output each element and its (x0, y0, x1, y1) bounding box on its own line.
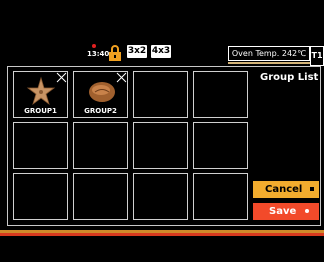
panel-title: Group List (260, 72, 319, 83)
group-slot-2[interactable]: GROUP2 (73, 71, 128, 118)
lock-icon[interactable] (108, 45, 122, 61)
tray-indicator[interactable]: T1 (310, 46, 324, 66)
group-slot-5[interactable] (13, 122, 68, 169)
clock: 13:40 (87, 50, 110, 58)
group-slot-1[interactable]: GROUP1 (13, 71, 68, 118)
group-label: GROUP2 (84, 107, 117, 115)
group-slot-11[interactable] (133, 173, 188, 220)
save-label: Save (269, 206, 297, 217)
oven-temp-display: Oven Temp. 242℃ (228, 46, 310, 61)
group-slot-6[interactable] (73, 122, 128, 169)
oven-temp-underline (228, 62, 310, 64)
square-icon (309, 187, 314, 191)
cancel-label: Cancel (265, 184, 303, 195)
recording-dot-icon (92, 44, 96, 48)
starfish-cookie-icon (26, 76, 56, 106)
cancel-button[interactable]: Cancel (253, 181, 319, 198)
group-label: GROUP1 (24, 107, 57, 115)
remove-group-icon[interactable] (56, 72, 67, 83)
layout-4x3-button[interactable]: 4x3 (151, 45, 171, 58)
group-slot-9[interactable] (13, 173, 68, 220)
group-slot-7[interactable] (133, 122, 188, 169)
group-slot-10[interactable] (73, 173, 128, 220)
bottom-accent-bar-red (0, 233, 324, 236)
layout-3x2-button[interactable]: 3x2 (127, 45, 147, 58)
dot-icon (304, 209, 309, 213)
bread-roll-icon (89, 82, 115, 102)
group-slot-4[interactable] (193, 71, 248, 118)
group-slot-12[interactable] (193, 173, 248, 220)
save-button[interactable]: Save (253, 203, 319, 220)
group-slot-3[interactable] (133, 71, 188, 118)
remove-group-icon[interactable] (116, 72, 127, 83)
group-slot-8[interactable] (193, 122, 248, 169)
